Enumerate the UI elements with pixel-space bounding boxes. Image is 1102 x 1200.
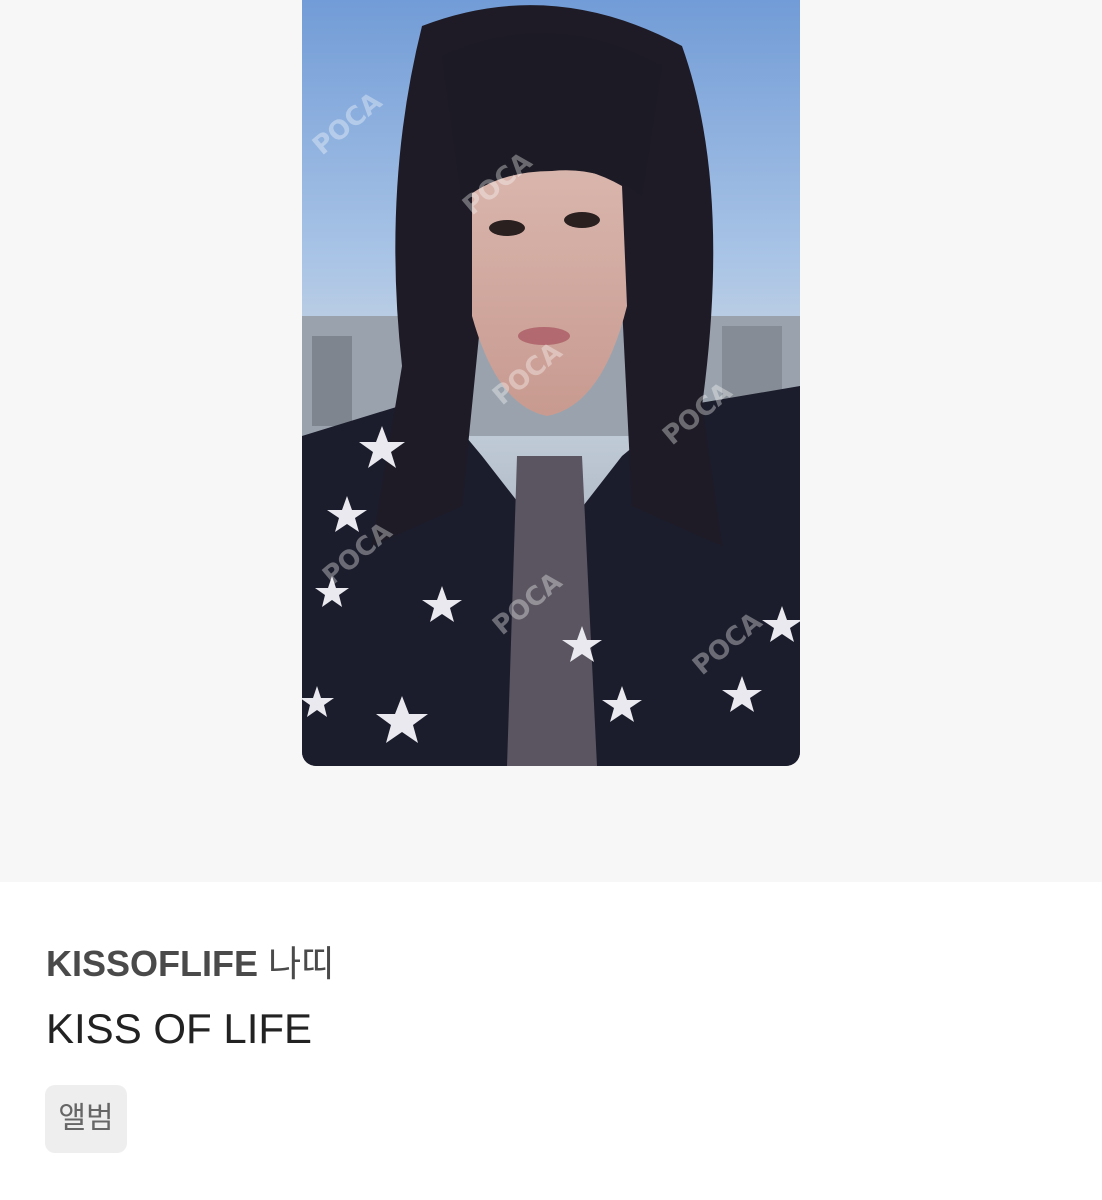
photo-area: POCA POCA POCA POCA POCA POCA POCA (0, 0, 1102, 882)
photocard-graphic: POCA POCA POCA POCA POCA POCA POCA (302, 0, 800, 766)
photocard-image[interactable]: POCA POCA POCA POCA POCA POCA POCA (302, 0, 800, 766)
category-tag[interactable]: 앨범 (45, 1085, 127, 1153)
group-name[interactable]: KISSOFLIFE (46, 943, 258, 984)
member-name[interactable]: 나띠 (268, 943, 334, 984)
item-info: KISSOFLIFE 나띠 KISS OF LIFE 앨범 (0, 882, 1102, 1200)
artist-line: KISSOFLIFE 나띠 (46, 942, 334, 986)
album-title: KISS OF LIFE (46, 1005, 313, 1052)
